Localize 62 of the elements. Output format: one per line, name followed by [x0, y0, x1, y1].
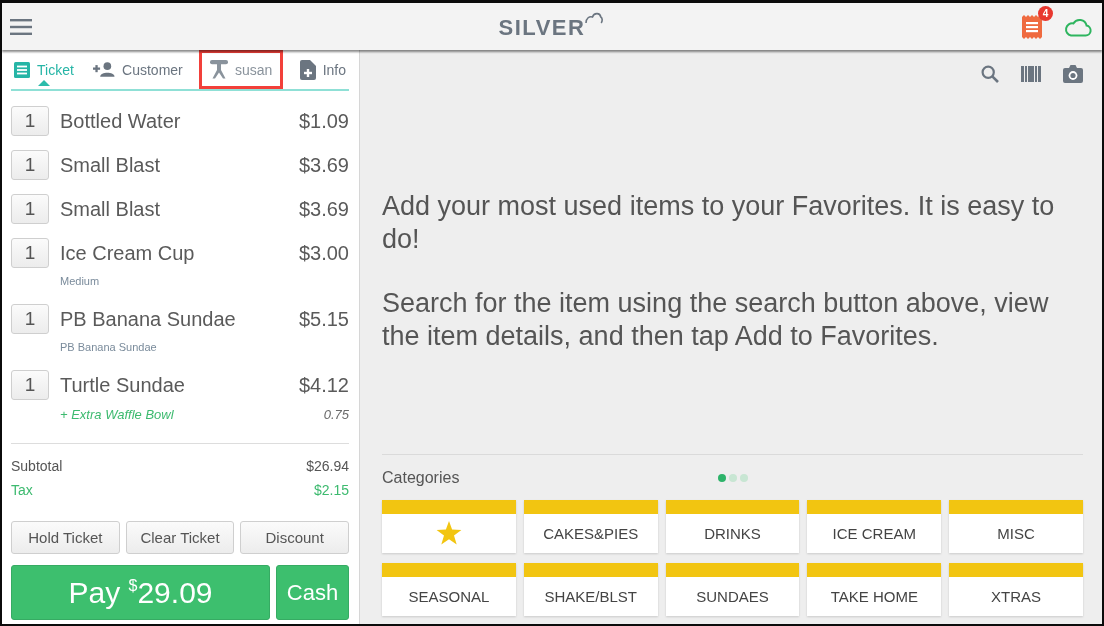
tab[interactable]: Customer	[90, 50, 186, 89]
add-on-price: 0.75	[323, 407, 349, 422]
item-name: PB Banana Sundae	[60, 307, 237, 331]
logo-text: SILVER	[498, 14, 586, 41]
item-name: Small Blast	[60, 197, 162, 221]
quantity-button[interactable]: 1	[11, 106, 49, 136]
item-price: $3.69	[298, 197, 349, 221]
tab[interactable]: Info	[296, 50, 349, 89]
menu-icon[interactable]	[10, 18, 32, 35]
category-tile[interactable]: SHAKE/BLST	[523, 563, 658, 616]
categories-title: Categories	[382, 468, 460, 487]
search-icon[interactable]	[981, 65, 999, 83]
modifier-text: Medium	[60, 275, 100, 287]
item-price: $5.15	[298, 307, 349, 331]
category-tile[interactable]: SUNDAES	[665, 563, 800, 616]
cloud-icon[interactable]	[1064, 16, 1092, 37]
action-button[interactable]: Hold Ticket	[11, 521, 120, 554]
item-price: $3.00	[298, 241, 349, 265]
modifier-text: PB Banana Sundae	[60, 341, 157, 353]
logo-cloud-icon	[585, 11, 604, 24]
category-tile[interactable]: MISC	[949, 500, 1083, 553]
action-button[interactable]: Clear Ticket	[125, 521, 235, 554]
tax-value: $2.15	[313, 482, 349, 498]
tax-label: Tax	[11, 482, 33, 498]
list-icon	[14, 61, 30, 78]
hint-text: Add your most used items to your Favorites. It is easy to do!	[382, 190, 1056, 256]
document-plus-icon	[299, 59, 316, 80]
item-name: Turtle Sundae	[60, 373, 186, 397]
star-icon	[435, 521, 462, 546]
quantity-button[interactable]: 1	[11, 238, 49, 268]
camera-icon[interactable]	[1063, 65, 1083, 83]
item-price: $1.09	[298, 109, 349, 133]
add-on-text: + Extra Waffle Bowl	[60, 407, 174, 422]
category-tile[interactable]: TAKE HOME	[807, 563, 942, 616]
receipt-icon[interactable]	[1022, 14, 1042, 39]
subtotal-value: $26.94	[306, 458, 349, 474]
person-add-icon	[93, 62, 116, 77]
item-price: $3.69	[298, 153, 349, 177]
quantity-button[interactable]: 1	[11, 150, 49, 180]
category-tile[interactable]: XTRAS	[949, 563, 1083, 616]
page-dot-icon[interactable]	[739, 473, 748, 482]
action-button[interactable]: Discount	[240, 521, 349, 554]
barcode-icon[interactable]	[1021, 66, 1041, 82]
hint-text: Search for the item using the search button above, view the item details, and then tap Add to Favorites.	[382, 287, 1050, 353]
notification-badge: 4	[1038, 5, 1053, 21]
category-tile[interactable]: DRINKS	[665, 500, 800, 553]
quantity-button[interactable]: 1	[11, 194, 49, 224]
favorites-tile[interactable]	[382, 500, 516, 553]
category-tile[interactable]: CAKES&PIES	[523, 500, 658, 553]
page-dot-icon[interactable]	[717, 473, 726, 482]
category-tile[interactable]: SEASONAL	[382, 563, 516, 616]
page-dot-icon[interactable]	[728, 473, 737, 482]
item-name: Small Blast	[60, 153, 162, 177]
item-price: $4.12	[298, 373, 349, 397]
quantity-button[interactable]: 1	[11, 304, 49, 334]
item-name: Ice Cream Cup	[60, 241, 196, 265]
tab-pointer-icon	[37, 80, 50, 86]
quantity-button[interactable]: 1	[11, 370, 49, 400]
item-name: Bottled Water	[60, 109, 182, 133]
category-tile[interactable]: ICE CREAM	[807, 500, 942, 553]
stool-icon	[210, 59, 228, 80]
subtotal-label: Subtotal	[11, 458, 63, 474]
